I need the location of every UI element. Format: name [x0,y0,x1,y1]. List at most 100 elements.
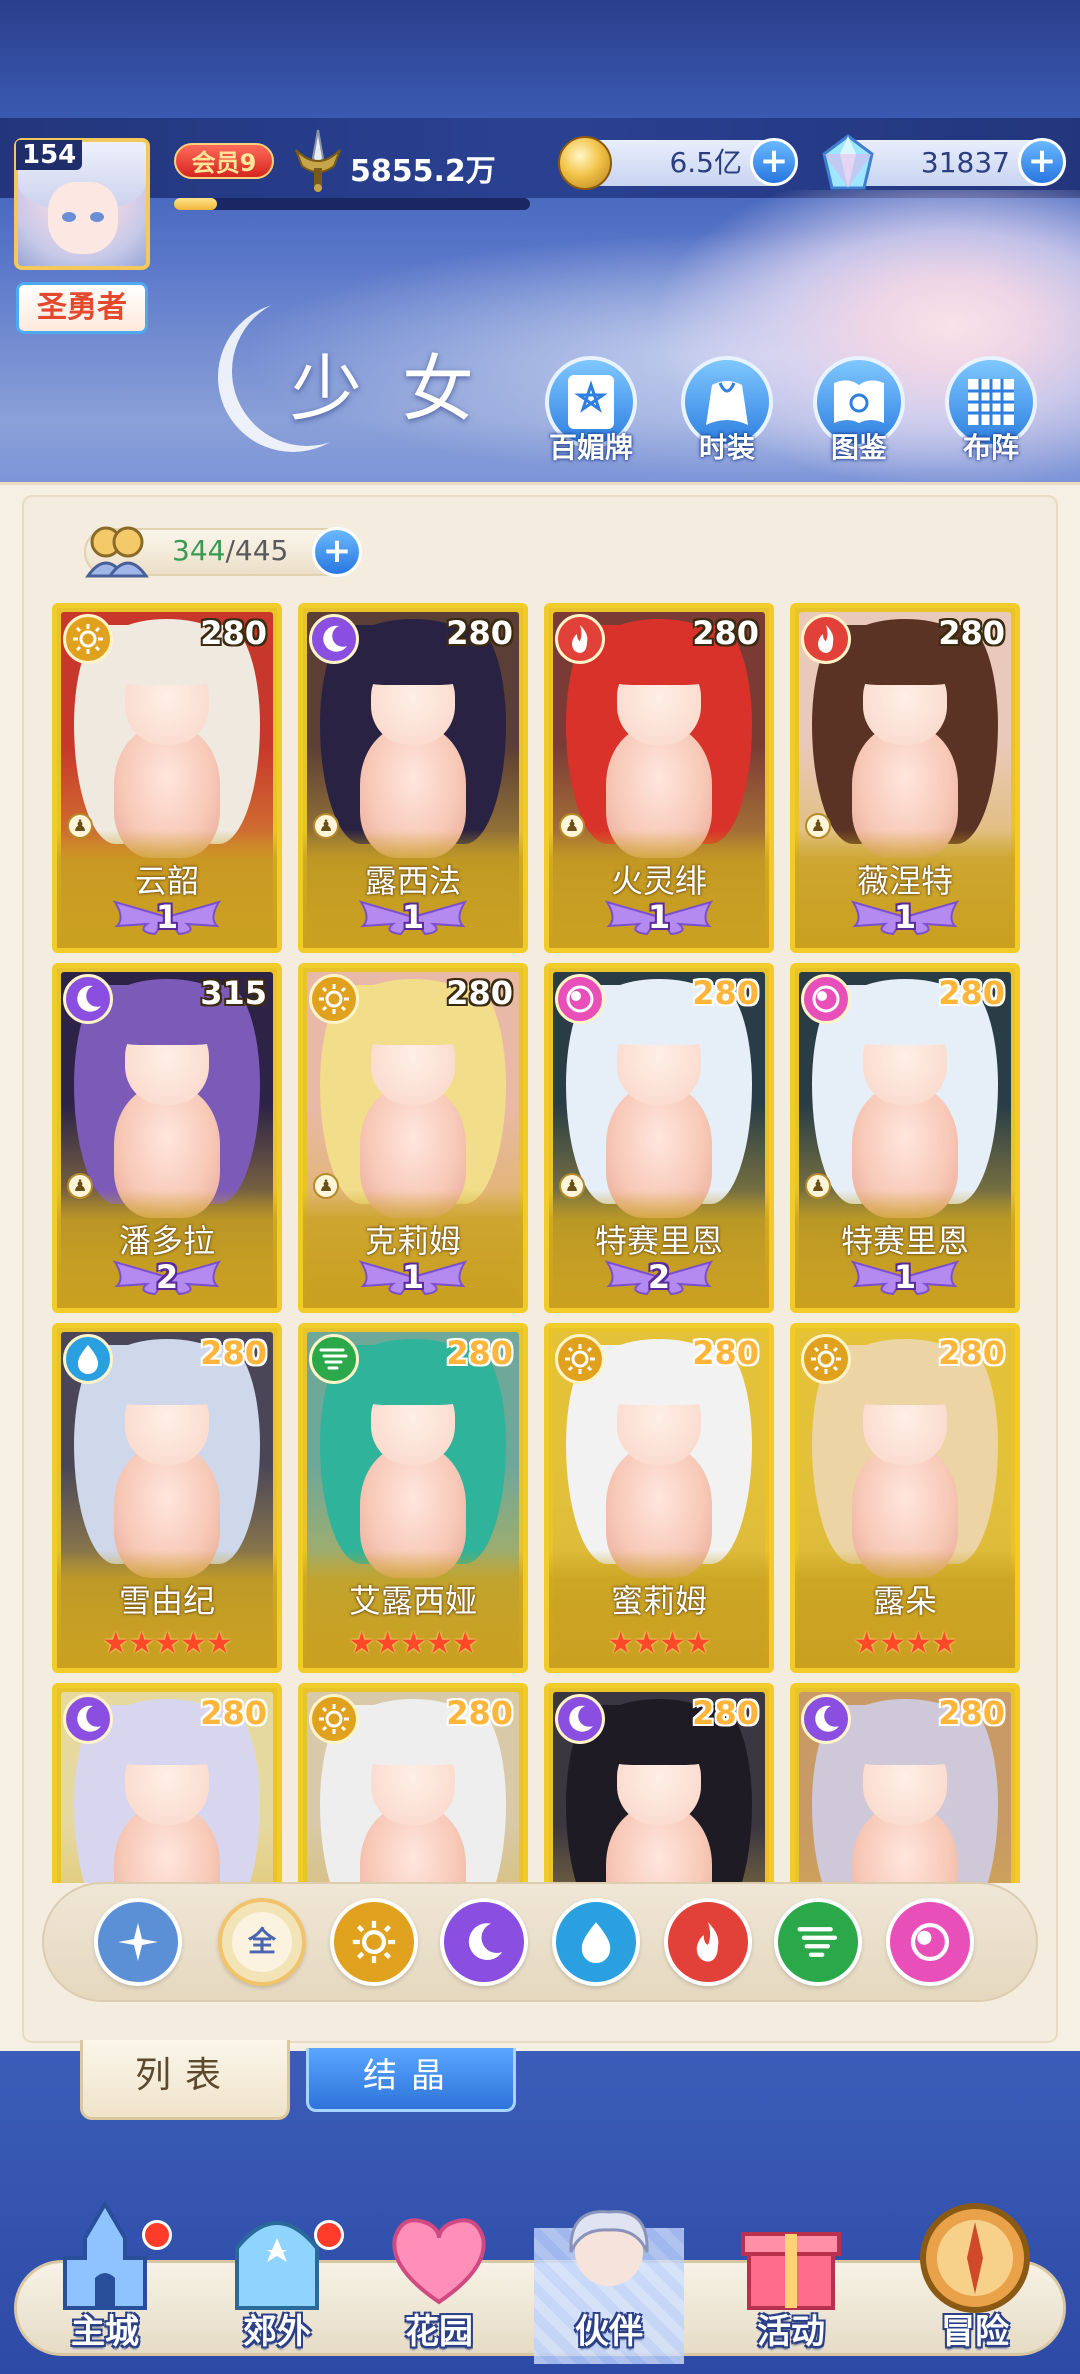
player-title-badge[interactable]: 圣勇者 [16,282,148,334]
feature-cards-label: 百媚牌 [548,431,633,464]
rank-number: 1 [893,898,917,936]
formation-grid-icon [968,379,1014,425]
add-gold-button[interactable]: + [750,138,798,186]
rank-wing-badge: 1 [353,1256,473,1298]
filter-moon-button[interactable] [440,1898,528,1986]
rank-number: 1 [893,1258,917,1296]
fire-element-icon [696,1922,719,1962]
light-element-icon [555,1334,605,1384]
nav-partner[interactable]: 伙伴 [534,2198,684,2368]
sparkle-wing-icon [118,1923,158,1961]
rank-wing-badge: 2 [599,1256,719,1298]
partner-card[interactable]: 280 露朵 ★★★★ [790,1323,1020,1673]
partner-level: 280 [692,974,759,1012]
gold-value: 6.5亿 [669,146,742,179]
charm-element-icon [910,1922,950,1962]
rank-wing-badge: 1 [845,1256,965,1298]
partner-level: 280 [200,1334,267,1372]
feature-formation-label: 布阵 [962,431,1019,464]
filter-fire-button[interactable] [664,1898,752,1986]
feature-outfit-button[interactable]: 时装 [672,356,782,466]
light-element-icon [63,614,113,664]
partner-level: 280 [446,614,513,652]
diamond-value: 31837 [920,146,1010,179]
outfit-icon [706,381,748,425]
partner-card[interactable]: 280 ♟ 露西法 1 [298,603,528,953]
partner-card[interactable]: 280 [544,1683,774,1883]
portal-icon [235,2221,319,2310]
nav-castle[interactable]: 主城 [30,2198,180,2368]
chess-pawn-icon: ♟ [67,1173,93,1199]
feature-cards-button[interactable]: 百媚牌 [536,356,646,466]
rank-wing-badge: 2 [107,1256,227,1298]
partner-level: 315 [200,974,267,1012]
charm-element-icon [555,974,605,1024]
combat-power-value: 5855.2万 [350,154,496,189]
partner-card[interactable]: 280 雪由纪 ★★★★★ [52,1323,282,1673]
chess-pawn-icon: ♟ [559,813,585,839]
light-element-icon [352,1920,396,1964]
filter-water-button[interactable] [552,1898,640,1986]
feature-formation-button[interactable]: 布阵 [936,356,1046,466]
filter-light-button[interactable] [330,1898,418,1986]
rank-wing-badge: 1 [599,896,719,938]
vip-badge[interactable]: 会员9 [174,143,274,179]
rank-number: 1 [155,898,179,936]
partner-name: 雪由纪 [118,1582,215,1620]
rank-number: 1 [647,898,671,936]
partner-card[interactable]: 315 ♟ 潘多拉 2 [52,963,282,1313]
moon-element-icon [468,1923,503,1960]
filter-wind-button[interactable] [774,1898,862,1986]
partner-icon [569,2210,649,2286]
partner-card[interactable]: 280 蜜莉姆 ★★★★ [544,1323,774,1673]
nav-portal[interactable]: 郊外 [202,2198,352,2368]
nav-label: 伙伴 [575,2312,643,2352]
expand-capacity-button[interactable]: + [312,527,362,577]
rank-wing-badge: 1 [107,896,227,938]
tab-list[interactable]: 列表 [80,2040,290,2120]
filter-special-button[interactable] [94,1898,182,1986]
capacity-separator: / [225,534,235,567]
partner-card[interactable]: 280 [52,1683,282,1883]
nav-heart[interactable]: 花园 [364,2198,514,2368]
partner-name: 艾露西娅 [348,1582,477,1620]
partner-name: 蜜莉姆 [610,1582,707,1620]
partner-card[interactable]: 280 ♟ 火灵绯 1 [544,603,774,953]
partner-card[interactable]: 280 [298,1683,528,1883]
book-icon [834,380,884,423]
moon-element-icon [555,1694,605,1744]
sword-power-icon [295,129,341,192]
partner-card[interactable]: 280 ♟ 特赛里恩 1 [790,963,1020,1313]
feature-outfit-label: 时装 [698,431,755,464]
compass-icon [920,2203,1030,2313]
notification-dot [142,2220,172,2250]
partner-card[interactable]: 280 ♟ 克莉姆 1 [298,963,528,1313]
capacity-current: 344 [172,534,226,567]
exp-bar [174,198,530,210]
gold-currency: 6.5亿 + [558,136,798,190]
filter-charm-button[interactable] [886,1898,974,1986]
page-title: 少女 [290,347,515,431]
nav-compass[interactable]: 冒险 [900,2198,1050,2368]
star-rating: ★★★★★ [348,1626,478,1661]
feature-gallery-button[interactable]: 图鉴 [804,356,914,466]
partner-level: 280 [938,974,1005,1012]
partner-card[interactable]: 280 ♟ 特赛里恩 2 [544,963,774,1313]
tab-crystal[interactable]: 结晶 [306,2048,516,2112]
partner-level: 280 [446,974,513,1012]
capacity-max: 445 [234,534,289,567]
partner-card[interactable]: 280 ♟ 薇涅特 1 [790,603,1020,953]
partner-card[interactable]: 280 艾露西娅 ★★★★★ [298,1323,528,1673]
moon-element-icon [63,974,113,1024]
nav-label: 冒险 [941,2312,1009,2352]
partner-card[interactable]: 280 ♟ 云韶 1 [52,603,282,953]
nav-label: 郊外 [243,2312,311,2352]
add-diamond-button[interactable]: + [1018,138,1066,186]
filter-all-button[interactable]: 全 [218,1898,306,1986]
capacity-text: 344/445 [172,534,288,567]
partner-card[interactable]: 280 [790,1683,1020,1883]
nav-gift[interactable]: 活动 [716,2198,866,2368]
light-element-icon [801,1334,851,1384]
water-element-icon [581,1922,611,1964]
chess-pawn-icon: ♟ [805,1173,831,1199]
